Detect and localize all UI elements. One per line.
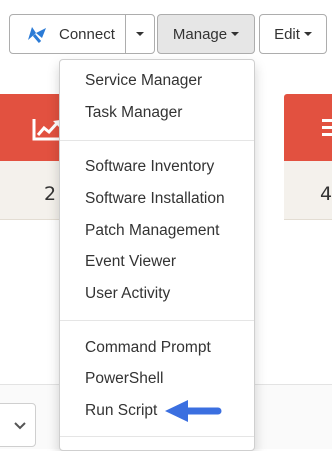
connect-button[interactable]: Connect: [9, 14, 126, 54]
chevron-down-icon: [14, 422, 26, 430]
menu-item-event-viewer[interactable]: Event Viewer: [85, 253, 176, 271]
chart-trend-icon: [32, 119, 60, 141]
pointer-arrow-icon: [165, 400, 222, 422]
edit-label: Edit: [274, 25, 300, 43]
manage-dropdown-menu: Service Manager Task Manager Software In…: [59, 59, 255, 451]
menu-item-service-manager[interactable]: Service Manager: [85, 72, 202, 90]
manage-button[interactable]: Manage: [157, 14, 255, 54]
connect-icon: [28, 27, 46, 43]
caret-down-icon: [136, 32, 144, 36]
menu-item-software-installation[interactable]: Software Installation: [85, 190, 225, 208]
edit-button[interactable]: Edit: [259, 14, 327, 54]
menu-divider: [60, 436, 254, 437]
menu-item-command-prompt[interactable]: Command Prompt: [85, 339, 211, 357]
caret-down-icon: [231, 32, 240, 36]
stat-tile-value-left: 2: [44, 183, 57, 205]
menu-item-patch-management[interactable]: Patch Management: [85, 222, 219, 240]
stat-tile-value-right: 4: [320, 183, 332, 205]
menu-item-task-manager[interactable]: Task Manager: [85, 104, 182, 122]
list-icon: [322, 119, 332, 136]
menu-divider: [60, 140, 254, 141]
manage-label: Manage: [172, 25, 228, 43]
menu-divider: [60, 320, 254, 321]
menu-item-powershell[interactable]: PowerShell: [85, 370, 163, 388]
menu-item-user-activity[interactable]: User Activity: [85, 285, 170, 303]
caret-down-icon: [303, 32, 312, 36]
connect-dropdown-toggle[interactable]: [125, 14, 155, 54]
connect-label: Connect: [59, 25, 115, 43]
menu-item-software-inventory[interactable]: Software Inventory: [85, 158, 214, 176]
menu-item-run-script[interactable]: Run Script: [85, 402, 157, 420]
